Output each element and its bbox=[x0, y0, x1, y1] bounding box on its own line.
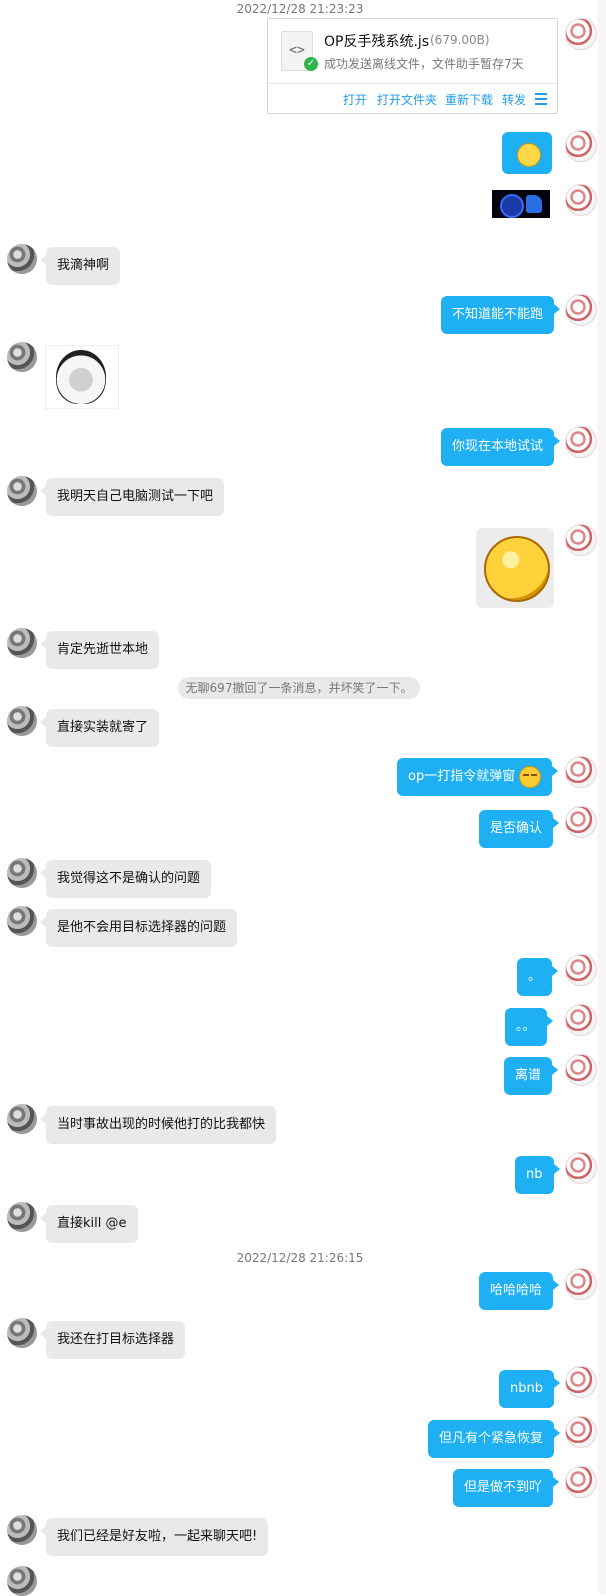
file-actions: 打开 打开文件夹 重新下载 转发 bbox=[268, 83, 557, 114]
avatar[interactable] bbox=[7, 1566, 37, 1596]
avatar[interactable] bbox=[565, 524, 597, 556]
message-bubble[interactable]: 肯定先逝世本地 bbox=[39, 631, 160, 669]
message-bubble[interactable]: 。。 bbox=[505, 1008, 552, 1046]
message-bubble[interactable]: nbnb bbox=[499, 1370, 560, 1408]
avatar[interactable] bbox=[7, 244, 37, 274]
avatar[interactable] bbox=[7, 342, 37, 372]
avatar[interactable] bbox=[565, 1416, 597, 1448]
message-bubble[interactable]: 是否确认 bbox=[479, 810, 560, 848]
open-folder-button[interactable]: 打开文件夹 bbox=[377, 91, 437, 108]
message-bubble[interactable]: 。 bbox=[517, 958, 559, 996]
avatar[interactable] bbox=[565, 756, 597, 788]
thumbs-up-sticker[interactable] bbox=[492, 190, 550, 218]
file-status: 成功发送离线文件，文件助手暂存7天 bbox=[324, 57, 524, 71]
laughing-emoji-icon bbox=[484, 536, 550, 602]
avatar[interactable] bbox=[565, 18, 597, 50]
avatar[interactable] bbox=[7, 858, 37, 888]
file-size: (679.00B) bbox=[430, 33, 490, 47]
message-bubble[interactable]: 我还在打目标选择器 bbox=[39, 1321, 186, 1359]
scrollbar[interactable] bbox=[598, 0, 606, 1594]
message-bubble[interactable]: 离谱 bbox=[504, 1057, 559, 1095]
message-bubble[interactable]: 直接kill @e bbox=[40, 1205, 138, 1243]
menu-icon[interactable] bbox=[535, 93, 547, 108]
avatar[interactable] bbox=[565, 130, 597, 162]
avatar[interactable] bbox=[7, 1318, 37, 1348]
avatar[interactable] bbox=[7, 1202, 37, 1232]
avatar[interactable] bbox=[565, 1004, 597, 1036]
recall-notice: 无聊697撤回了一条消息，并坏笑了一下。 bbox=[178, 677, 420, 699]
avatar[interactable] bbox=[7, 1104, 37, 1134]
avatar[interactable] bbox=[565, 1366, 597, 1398]
file-message-card[interactable]: <> ✓ OP反手残系统.js (679.00B) 成功发送离线文件，文件助手暂… bbox=[267, 18, 558, 114]
message-bubble[interactable]: nb bbox=[515, 1156, 559, 1194]
message-bubble[interactable]: 我明天自己电脑测试一下吧 bbox=[39, 478, 225, 516]
message-bubble[interactable]: 但是做不到吖 bbox=[453, 1469, 560, 1507]
avatar[interactable] bbox=[565, 954, 597, 986]
avatar[interactable] bbox=[565, 1152, 597, 1184]
message-bubble[interactable]: 我觉得这不是确认的问题 bbox=[39, 860, 212, 898]
avatar[interactable] bbox=[565, 294, 597, 326]
message-bubble[interactable]: 但凡有个紧急恢复 bbox=[428, 1420, 561, 1458]
message-bubble[interactable]: 我们已经是好友啦，一起来聊天吧! bbox=[39, 1518, 269, 1556]
message-bubble[interactable]: 不知道能不能跑 bbox=[441, 296, 561, 334]
message-bubble[interactable]: 哈哈哈哈 bbox=[479, 1272, 560, 1310]
avatar[interactable] bbox=[565, 184, 597, 216]
message-bubble[interactable]: 你现在本地试试 bbox=[441, 428, 561, 466]
forward-button[interactable]: 转发 bbox=[502, 91, 526, 108]
message-bubble[interactable]: 当时事故出现的时候他打的比我都快 bbox=[39, 1106, 277, 1144]
open-file-button[interactable]: 打开 bbox=[343, 91, 367, 108]
message-bubble[interactable]: op一打指令就弹窗 bbox=[397, 758, 559, 796]
emoji-sticker[interactable] bbox=[476, 528, 554, 608]
message-text: op一打指令就弹窗 bbox=[408, 769, 516, 784]
check-icon: ✓ bbox=[304, 57, 318, 71]
avatar[interactable] bbox=[7, 628, 37, 658]
avatar[interactable] bbox=[7, 476, 37, 506]
avatar[interactable] bbox=[7, 906, 37, 936]
message-bubble[interactable]: 我滴神啊 bbox=[39, 247, 121, 285]
meme-sticker[interactable] bbox=[45, 345, 119, 409]
meme-face-icon bbox=[56, 350, 106, 404]
avatar[interactable] bbox=[565, 1268, 597, 1300]
timestamp: 2022/12/28 21:23:23 bbox=[236, 2, 364, 16]
avatar[interactable] bbox=[7, 1515, 37, 1545]
avatar[interactable] bbox=[7, 706, 37, 736]
thumbs-up-icon bbox=[526, 195, 542, 213]
avatar[interactable] bbox=[565, 1466, 597, 1498]
avatar[interactable] bbox=[565, 426, 597, 458]
message-bubble[interactable]: 是他不会用目标选择器的问题 bbox=[39, 909, 238, 947]
smile-emoji-icon bbox=[517, 143, 541, 167]
redownload-button[interactable]: 重新下载 bbox=[445, 91, 493, 108]
face-icon bbox=[500, 194, 524, 218]
emoji-sticker[interactable] bbox=[502, 132, 552, 174]
avatar[interactable] bbox=[565, 1054, 597, 1086]
timestamp: 2022/12/28 21:26:15 bbox=[236, 1251, 364, 1265]
message-bubble[interactable]: 直接实装就寄了 bbox=[39, 709, 160, 747]
smile-emoji-icon bbox=[519, 765, 542, 788]
avatar[interactable] bbox=[565, 806, 597, 838]
file-name: OP反手残系统.js bbox=[324, 34, 430, 50]
chat-history: 2022/12/28 21:23:23 <> ✓ OP反手残系统.js (679… bbox=[0, 0, 606, 1596]
